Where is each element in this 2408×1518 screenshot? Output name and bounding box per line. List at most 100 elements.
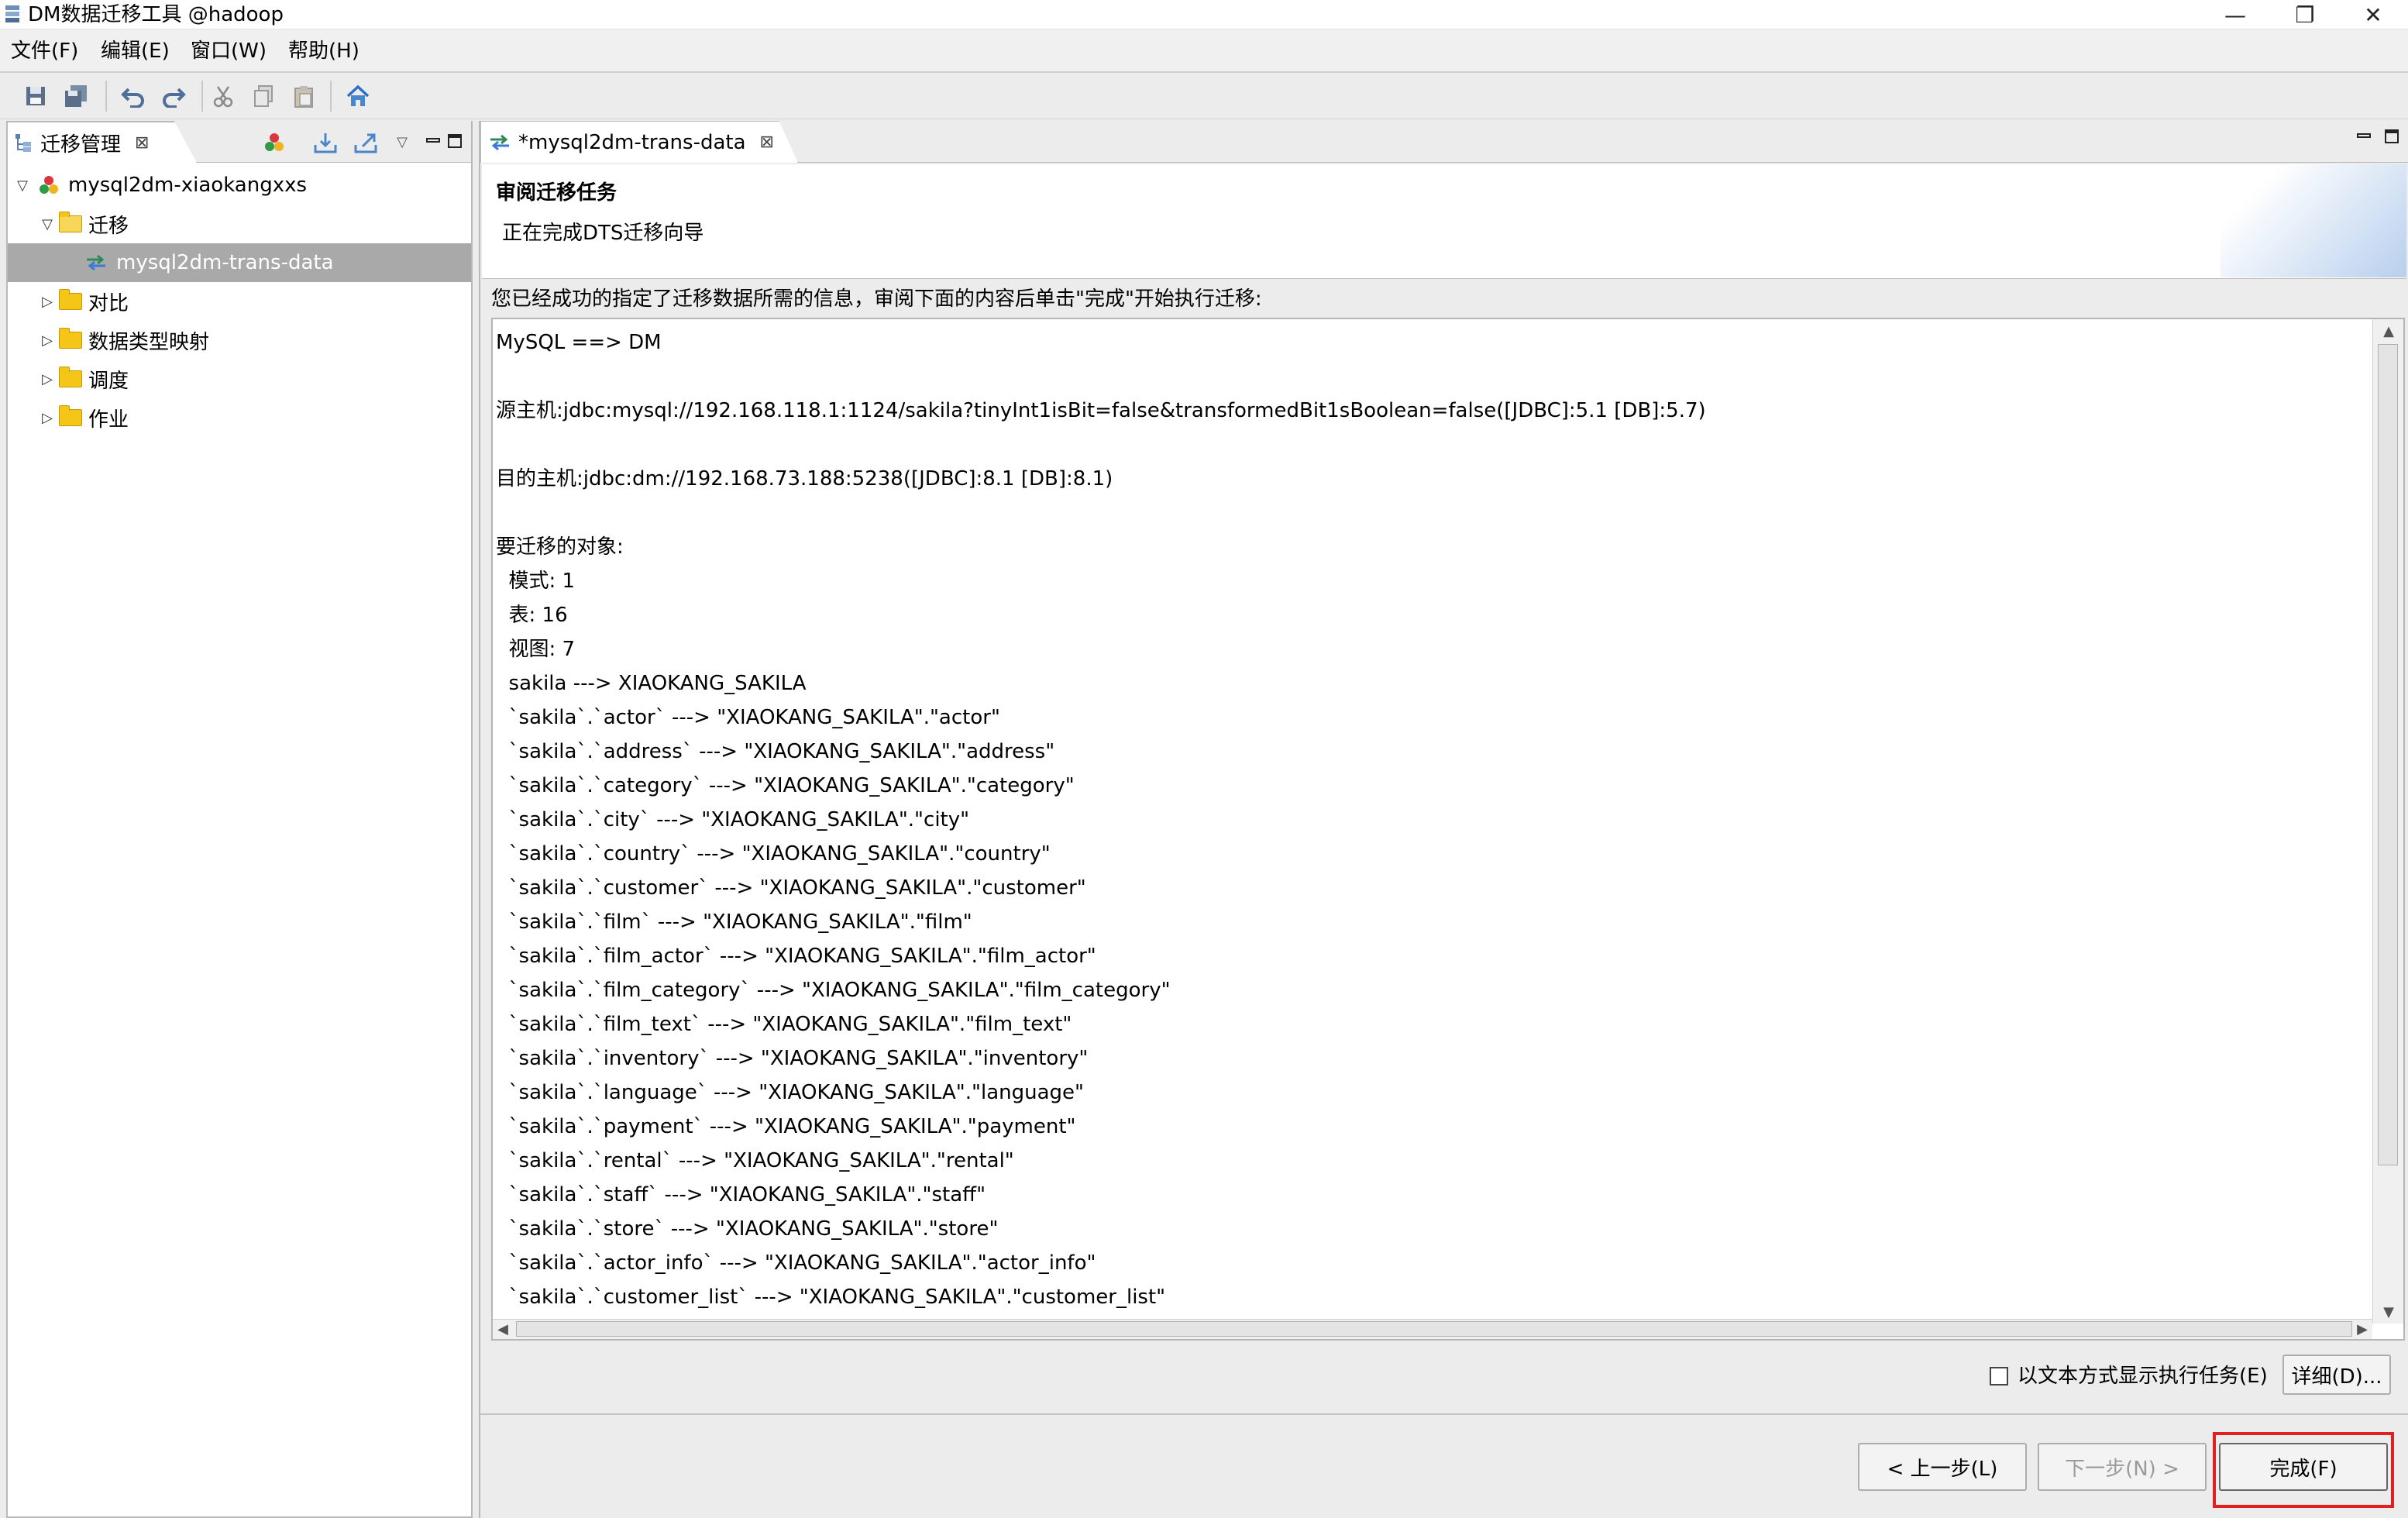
restore-button[interactable]: ❐ (2270, 0, 2340, 29)
review-text-area[interactable]: MySQL ==> DM 源主机:jdbc:mysql://192.168.118… (491, 318, 2405, 1341)
review-line: `sakila`.`actor_info` ---> "XIAOKANG_SAK… (496, 1251, 1096, 1275)
tab-migration-manager[interactable]: 迁移管理 ⊠ (8, 121, 197, 163)
menu-window[interactable]: 窗口(W) (191, 37, 267, 65)
wizard-header: 审阅迁移任务 正在完成DTS迁移向导 (482, 164, 2406, 279)
review-line: MySQL ==> DM (496, 331, 662, 354)
save-icon[interactable] (19, 79, 53, 113)
home-icon[interactable] (341, 79, 375, 113)
scroll-down-arrow-icon[interactable]: ▼ (2373, 1300, 2404, 1324)
review-line: `sakila`.`category` ---> "XIAOKANG_SAKIL… (496, 774, 1075, 797)
tree-item-label: mysql2dm-trans-data (116, 251, 334, 274)
editor-tabbar: *mysql2dm-trans-data ⊠ (480, 121, 2408, 163)
show-as-text-label[interactable]: 以文本方式显示执行任务(E) (2018, 1362, 2268, 1390)
wizard-page-subtitle: 正在完成DTS迁移向导 (502, 222, 704, 245)
new-project-icon[interactable] (257, 126, 291, 160)
expanded-twisty-icon[interactable]: ▽ (36, 212, 59, 236)
collapsed-twisty-icon[interactable]: ▷ (36, 367, 59, 391)
tree-item-migration-task[interactable]: mysql2dm-trans-data (8, 243, 471, 282)
review-line: 目的主机:jdbc:dm://192.168.73.188:5238([JDBC… (496, 467, 1113, 491)
export-icon[interactable] (349, 126, 383, 160)
tab-mysql2dm-trans-data[interactable]: *mysql2dm-trans-data ⊠ (480, 121, 798, 163)
review-line: `sakila`.`payment` ---> "XIAOKANG_SAKILA… (496, 1115, 1076, 1138)
review-line: 源主机:jdbc:mysql://192.168.118.1:1124/saki… (496, 399, 1706, 422)
toolbar-separator (330, 81, 332, 112)
open-folder-icon (59, 212, 82, 232)
close-tab-icon[interactable]: ⊠ (760, 133, 774, 152)
review-line (496, 428, 2372, 462)
menu-help[interactable]: 帮助(H) (288, 37, 359, 65)
tree-folder-job[interactable]: ▷ 作业 (8, 398, 471, 437)
collapsed-twisty-icon[interactable]: ▷ (36, 290, 59, 313)
close-tab-icon[interactable]: ⊠ (135, 133, 149, 153)
vertical-scrollbar[interactable]: ▲ ▼ (2372, 319, 2403, 1324)
tree-item-label: 迁移 (88, 214, 129, 238)
undo-icon[interactable] (116, 79, 150, 113)
maximize-editor-icon[interactable] (2383, 127, 2400, 144)
app-icon (5, 5, 19, 22)
back-button[interactable]: < 上一步(L) (1858, 1443, 2027, 1491)
review-line: `sakila`.`film_text` ---> "XIAOKANG_SAKI… (496, 1013, 1072, 1036)
minimize-editor-icon[interactable] (2355, 127, 2372, 144)
tab-label: *mysql2dm-trans-data (518, 130, 746, 154)
review-line: `sakila`.`country` ---> "XIAOKANG_SAKILA… (496, 842, 1051, 866)
wizard-page-title: 审阅迁移任务 (496, 181, 617, 205)
scroll-up-arrow-icon[interactable]: ▲ (2373, 319, 2404, 342)
vertical-scroll-thumb[interactable] (2378, 344, 2398, 1165)
save-all-icon[interactable] (59, 79, 93, 113)
review-line: `sakila`.`customer_list` ---> "XIAOKANG_… (496, 1286, 1166, 1309)
import-icon[interactable] (308, 126, 342, 160)
expanded-twisty-icon[interactable]: ▽ (11, 174, 34, 197)
tree-folder-type-mapping[interactable]: ▷ 数据类型映射 (8, 321, 471, 360)
close-window-button[interactable]: ✕ (2338, 0, 2408, 29)
horizontal-scroll-thumb[interactable] (516, 1321, 2352, 1337)
tree-folder-compare[interactable]: ▷ 对比 (8, 282, 471, 321)
collapsed-twisty-icon[interactable]: ▷ (36, 329, 59, 352)
tree-view-icon (15, 134, 31, 152)
review-line: `sakila`.`store` ---> "XIAOKANG_SAKILA".… (496, 1217, 999, 1241)
menu-file[interactable]: 文件(F) (11, 37, 78, 65)
review-line: `sakila`.`customer` ---> "XIAOKANG_SAKIL… (496, 876, 1086, 900)
paste-icon[interactable] (287, 79, 321, 113)
review-line: `sakila`.`inventory` ---> "XIAOKANG_SAKI… (496, 1047, 1089, 1070)
window-title: DM数据迁移工具 @hadoop (28, 3, 284, 26)
folder-icon (59, 289, 82, 310)
menu-edit[interactable]: 编辑(E) (101, 37, 170, 65)
tree-folder-migration[interactable]: ▽ 迁移 (8, 205, 471, 243)
tree-item-label: 数据类型映射 (88, 330, 210, 354)
scroll-left-arrow-icon[interactable]: ◀ (493, 1320, 513, 1338)
view-menu-chevron-icon[interactable]: ▽ (390, 130, 414, 153)
review-line: `sakila`.`language` ---> "XIAOKANG_SAKIL… (496, 1081, 1084, 1104)
review-line: `sakila`.`film_category` ---> "XIAOKANG_… (496, 979, 1171, 1002)
tree-root-project[interactable]: ▽ mysql2dm-xiaokangxxs (8, 166, 471, 205)
next-button[interactable]: 下一步(N) > (2038, 1443, 2207, 1491)
tree-item-label: 作业 (88, 408, 129, 432)
tree-item-label: 调度 (88, 369, 129, 393)
review-line (496, 360, 2372, 394)
cut-icon[interactable] (206, 79, 240, 113)
title-bar: DM数据迁移工具 @hadoop — ❐ ✕ (0, 0, 2408, 29)
copy-icon[interactable] (246, 79, 280, 113)
migration-task-icon (87, 254, 105, 271)
review-line: 模式: 1 (496, 570, 576, 593)
redo-icon[interactable] (157, 79, 191, 113)
review-line: `sakila`.`rental` ---> "XIAOKANG_SAKILA"… (496, 1149, 1014, 1172)
finish-button[interactable]: 完成(F) (2219, 1443, 2388, 1491)
horizontal-scrollbar[interactable]: ◀ ▶ (493, 1319, 2372, 1339)
tree-folder-schedule[interactable]: ▷ 调度 (8, 360, 471, 398)
options-row: 以文本方式显示执行任务(E) 详细(D)... (480, 1353, 2408, 1399)
maximize-view-icon[interactable] (446, 132, 463, 149)
minimize-view-icon[interactable] (425, 132, 442, 149)
tree-item-label: 对比 (88, 291, 129, 315)
review-line: `sakila`.`film_actor` ---> "XIAOKANG_SAK… (496, 945, 1096, 968)
collapsed-twisty-icon[interactable]: ▷ (36, 406, 59, 429)
toolbar (0, 73, 2408, 119)
details-button[interactable]: 详细(D)... (2282, 1354, 2391, 1395)
scroll-right-arrow-icon[interactable]: ▶ (2352, 1320, 2372, 1338)
menu-bar: 文件(F) 编辑(E) 窗口(W) 帮助(H) (0, 29, 2408, 73)
review-line: 视图: 7 (496, 638, 576, 661)
left-view-tabbar: 迁移管理 ⊠ ▽ (8, 121, 471, 163)
minimize-button[interactable]: — (2200, 0, 2270, 29)
show-as-text-checkbox[interactable] (1990, 1367, 2008, 1385)
review-line: `sakila`.`actor` ---> "XIAOKANG_SAKILA".… (496, 706, 1000, 729)
review-text-content: MySQL ==> DM 源主机:jdbc:mysql://192.168.118… (494, 319, 2372, 1324)
